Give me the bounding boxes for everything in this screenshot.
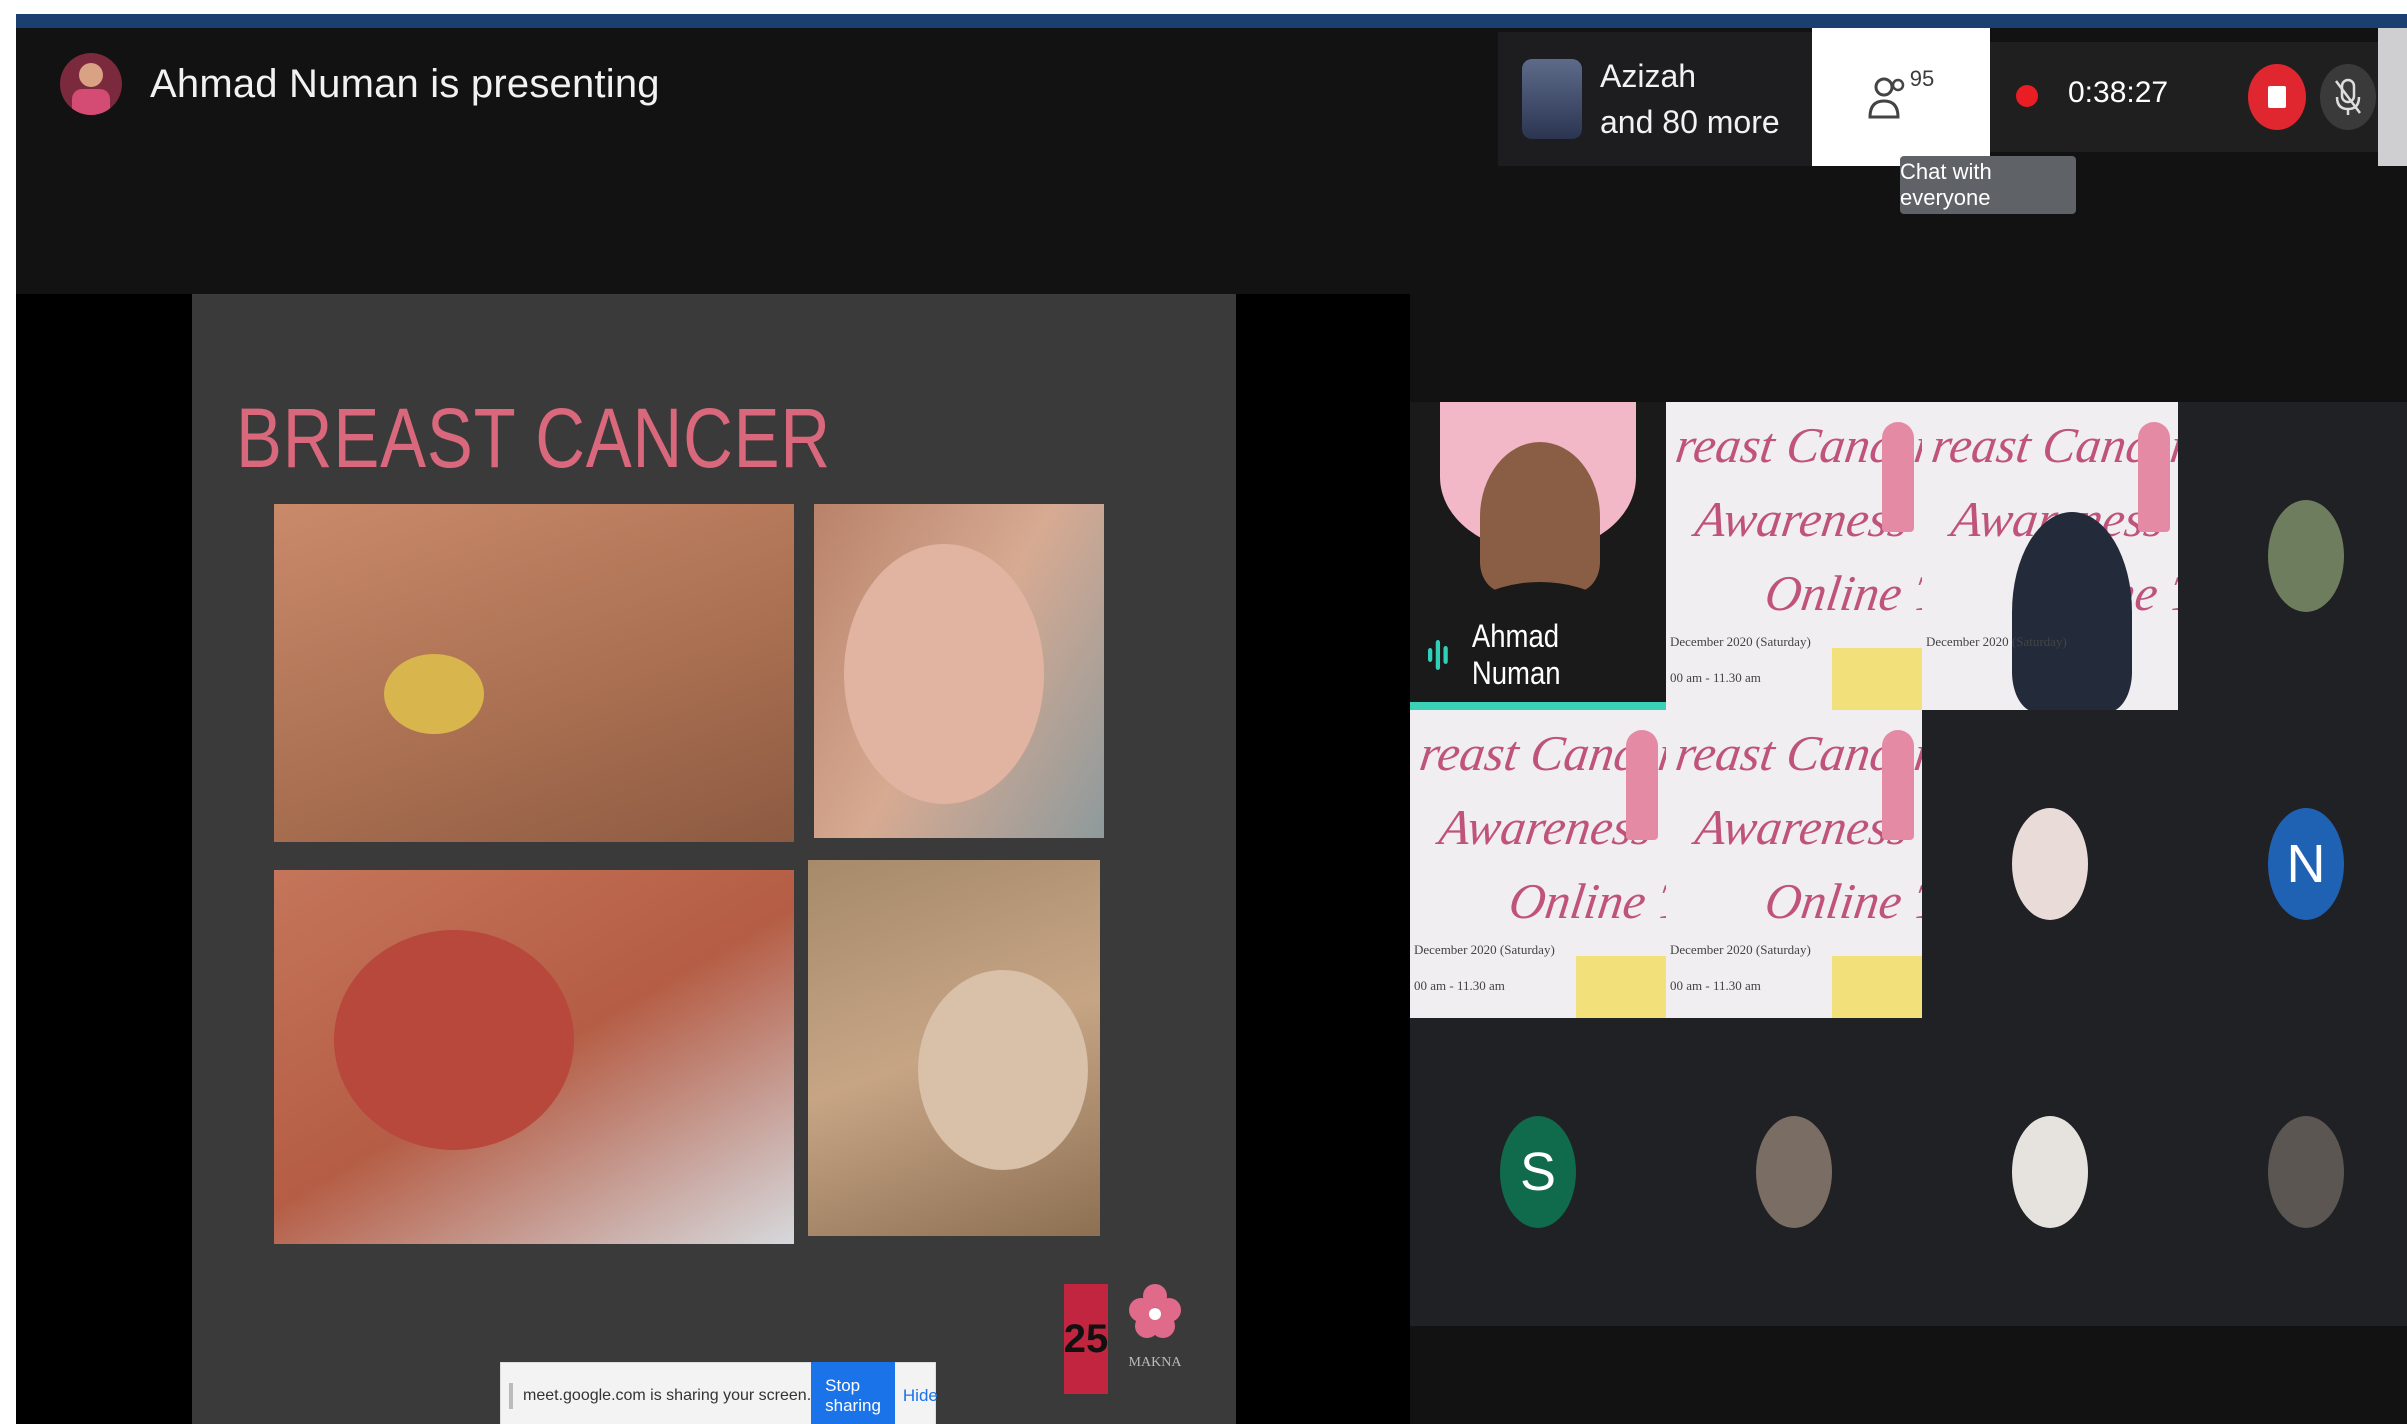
presenter-label: Ahmad Numan is presenting [150, 61, 660, 106]
speaking-border [1410, 702, 1666, 710]
recording-bar: 0:38:27 [1990, 42, 2378, 152]
participants-strip[interactable]: Azizah and 80 more [1498, 32, 1812, 166]
tile-avatar-3[interactable] [1666, 1018, 1922, 1326]
stop-sharing-button[interactable]: Stop sharing [811, 1362, 895, 1424]
mic-off-icon [2335, 78, 2361, 115]
poster-time: 00 am - 11.30 am [1670, 670, 1761, 685]
speaker-label: Ahmad Numan [1428, 618, 1633, 692]
ribbon-icon [2138, 422, 2170, 532]
poster-time: 00 am - 11.30 am [1414, 978, 1505, 993]
participant-grid: Ahmad Numan reast Cancer Awareness Online … [1410, 402, 2407, 1326]
slide: BREAST CANCER 25 MAKNA [192, 294, 1236, 1424]
poster-date: December 2020 (Saturday) [1670, 942, 1811, 957]
tile-avatar-n[interactable]: N [2178, 710, 2407, 1018]
people-icon [1868, 77, 1904, 119]
participant-initial-s: S [1500, 1116, 1576, 1228]
poster-time: 00 am - 11.30 am [1670, 978, 1761, 993]
tile-avatar-5[interactable] [2178, 1018, 2407, 1326]
hide-button[interactable]: Hide [903, 1386, 938, 1406]
chat-tooltip: Chat with everyone [1900, 156, 2076, 214]
poster-date: December 2020 (Saturday) [1670, 634, 1811, 649]
participant-name: Azizah [1600, 58, 1697, 94]
drag-handle-icon[interactable] [509, 1383, 513, 1409]
presenter-avatar [60, 53, 122, 115]
makna-logo-text: MAKNA [1128, 1355, 1182, 1370]
tile-poster-1[interactable]: reast Cancer Awareness Online Talk Decembe… [1666, 402, 1922, 710]
poster-date: December 2020 (Saturday) [1926, 634, 2067, 649]
participant-avatar [2268, 500, 2344, 612]
speaker-name: Ahmad Numan [1471, 618, 1561, 691]
microphone-button[interactable] [2320, 64, 2376, 130]
slide-photo-4 [808, 860, 1100, 1236]
share-message: meet.google.com is sharing your screen. [523, 1387, 812, 1404]
poster-title-line-3: Online Talk [1761, 873, 1922, 929]
flower-icon [1129, 1284, 1181, 1338]
tile-poster-4[interactable]: reast Cancer Awareness Online Talk Decembe… [1666, 710, 1922, 1018]
tile-poster-3[interactable]: reast Cancer Awareness Online Talk Decembe… [1410, 710, 1666, 1018]
poster-date: December 2020 (Saturday) [1414, 942, 1555, 957]
slide-photo-3 [274, 870, 794, 1244]
ribbon-icon [1882, 422, 1914, 532]
participant-avatar [1522, 59, 1582, 139]
makna-logo: MAKNA [1120, 1280, 1190, 1400]
slide-photo-1 [274, 504, 794, 842]
tile-speaker[interactable]: Ahmad Numan [1410, 402, 1666, 710]
participant-avatar [2012, 808, 2088, 920]
stop-recording-button[interactable] [2248, 64, 2306, 130]
participant-avatar [2268, 1116, 2344, 1228]
poster-title-line-3: Online Talk [1505, 873, 1666, 929]
tile-avatar-2[interactable] [1922, 710, 2178, 1018]
anniversary-logo: 25 [1064, 1284, 1108, 1394]
tile-poster-2[interactable]: reast CancerAwarenessOnline Talk Decembe… [1922, 402, 2178, 710]
participant-initial-n: N [2268, 808, 2344, 920]
top-accent-bar [16, 14, 2407, 28]
poster-note [1832, 648, 1922, 710]
participant-avatar [2012, 1116, 2088, 1228]
participant-video [2012, 512, 2132, 710]
ribbon-icon [1626, 730, 1658, 840]
people-count: 95 [1909, 66, 1935, 91]
ribbon-icon [1882, 730, 1914, 840]
recording-dot-icon [2016, 85, 2038, 107]
people-button[interactable]: 95 [1812, 28, 1990, 166]
self-view-thumbnail[interactable] [2378, 28, 2407, 166]
participant-avatar [1756, 1116, 1832, 1228]
tile-avatar-4[interactable] [1922, 1018, 2178, 1326]
tile-avatar-s[interactable]: S [1410, 1018, 1666, 1326]
tile-avatar-1[interactable] [2178, 402, 2407, 710]
poster-title-line-3: Online Talk [1761, 565, 1922, 621]
slide-photo-2 [814, 504, 1104, 838]
presentation-stage: BREAST CANCER 25 MAKNA meet.google.com i… [16, 294, 1410, 1424]
poster-note [1832, 956, 1922, 1018]
stop-icon [2268, 86, 2286, 108]
recording-timer: 0:38:27 [2068, 76, 2169, 109]
presenter-banner: Ahmad Numan is presenting [60, 44, 660, 124]
meet-window: Ahmad Numan is presenting Azizah and 80 … [16, 14, 2407, 1424]
poster-note [1576, 956, 1666, 1018]
speaking-indicator-icon [1428, 640, 1448, 670]
screen-share-bar: meet.google.com is sharing your screen. … [500, 1362, 938, 1424]
participant-more: and 80 more [1600, 104, 1780, 140]
slide-title: BREAST CANCER [236, 391, 831, 485]
